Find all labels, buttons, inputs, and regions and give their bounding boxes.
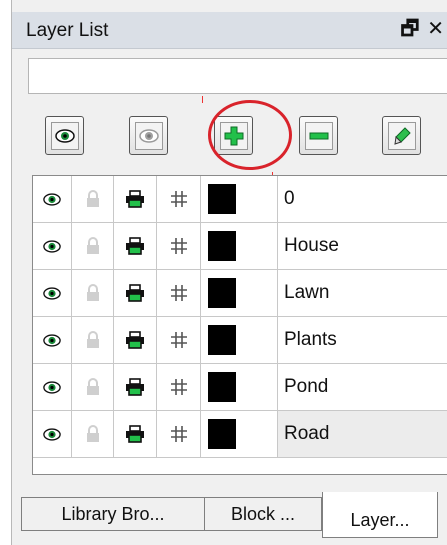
layer-name-cell[interactable]: Pond — [278, 364, 447, 410]
visibility-toggle-eye-icon[interactable] — [33, 364, 72, 410]
close-panel-icon[interactable]: ✕ — [427, 18, 444, 40]
lock-toggle-lock-icon[interactable] — [72, 176, 114, 222]
lock-toggle-lock-icon[interactable] — [72, 270, 114, 316]
visibility-toggle-eye-icon[interactable] — [33, 176, 72, 222]
panel-title: Layer List — [26, 20, 109, 41]
layer-color-swatch[interactable] — [201, 317, 278, 363]
grid-toggle-grid-icon[interactable] — [157, 411, 201, 457]
layer-name: House — [284, 235, 339, 256]
layer-name-cell[interactable]: 0 — [278, 176, 447, 222]
lock-toggle-lock-icon[interactable] — [72, 317, 114, 363]
grid-toggle-grid-icon[interactable] — [157, 176, 201, 222]
print-toggle-printer-icon[interactable] — [114, 411, 157, 457]
layer-name: Plants — [284, 329, 337, 350]
layer-color-swatch[interactable] — [201, 364, 278, 410]
layer-name: Lawn — [284, 282, 330, 303]
hide-layers-button[interactable] — [129, 116, 168, 155]
print-toggle-printer-icon[interactable] — [114, 364, 157, 410]
visibility-toggle-eye-icon[interactable] — [33, 317, 72, 363]
panel-titlebar: Layer List 🗗 ✕ — [12, 12, 447, 49]
print-toggle-printer-icon[interactable] — [114, 176, 157, 222]
tab-block[interactable]: Block ... — [204, 497, 322, 531]
print-toggle-printer-icon[interactable] — [114, 270, 157, 316]
grid-toggle-grid-icon[interactable] — [157, 317, 201, 363]
panel-tabs: Library Bro... Block ... Layer... — [12, 492, 447, 545]
layer-row[interactable]: House — [33, 223, 447, 270]
visibility-toggle-eye-icon[interactable] — [33, 223, 72, 269]
layer-name-cell[interactable]: Lawn — [278, 270, 447, 316]
layer-name: 0 — [284, 188, 295, 209]
layer-color-swatch[interactable] — [201, 411, 278, 457]
layer-table: 0 House Lawn Plants Pond Road — [32, 175, 447, 475]
layer-filter-input[interactable] — [28, 58, 447, 94]
visibility-toggle-eye-icon[interactable] — [33, 411, 72, 457]
pen-icon — [393, 126, 411, 145]
layer-list-panel: Layer List 🗗 ✕ 0 House Lawn Plants Pond … — [11, 0, 447, 545]
grid-toggle-grid-icon[interactable] — [157, 364, 201, 410]
layer-row[interactable]: Plants — [33, 317, 447, 364]
visibility-toggle-eye-icon[interactable] — [33, 270, 72, 316]
layer-name-cell[interactable]: House — [278, 223, 447, 269]
lock-toggle-lock-icon[interactable] — [72, 364, 114, 410]
grid-toggle-grid-icon[interactable] — [157, 223, 201, 269]
lock-toggle-lock-icon[interactable] — [72, 411, 114, 457]
tab-library-browser[interactable]: Library Bro... — [21, 497, 205, 531]
eye-gray-icon — [138, 128, 159, 143]
layer-name: Pond — [284, 376, 329, 397]
grid-toggle-grid-icon[interactable] — [157, 270, 201, 316]
print-toggle-printer-icon[interactable] — [114, 317, 157, 363]
layer-row[interactable]: Lawn — [33, 270, 447, 317]
layer-row[interactable]: Road — [33, 411, 447, 458]
layer-color-swatch[interactable] — [201, 176, 278, 222]
layer-color-swatch[interactable] — [201, 223, 278, 269]
tab-layer[interactable]: Layer... — [322, 492, 438, 538]
remove-layer-button[interactable] — [299, 116, 338, 155]
layer-name: Road — [284, 423, 330, 444]
layer-row[interactable]: 0 — [33, 176, 447, 223]
print-toggle-printer-icon[interactable] — [114, 223, 157, 269]
add-button-highlight-circle — [208, 100, 292, 170]
layer-name-cell[interactable]: Road — [278, 411, 447, 457]
lock-toggle-lock-icon[interactable] — [72, 223, 114, 269]
minus-icon — [309, 132, 328, 139]
float-panel-icon[interactable]: 🗗 — [400, 18, 419, 40]
layer-color-swatch[interactable] — [201, 270, 278, 316]
eye-icon — [54, 128, 75, 143]
layer-name-cell[interactable]: Plants — [278, 317, 447, 363]
show-all-layers-button[interactable] — [45, 116, 84, 155]
edit-layer-button[interactable] — [382, 116, 421, 155]
layer-row[interactable]: Pond — [33, 364, 447, 411]
